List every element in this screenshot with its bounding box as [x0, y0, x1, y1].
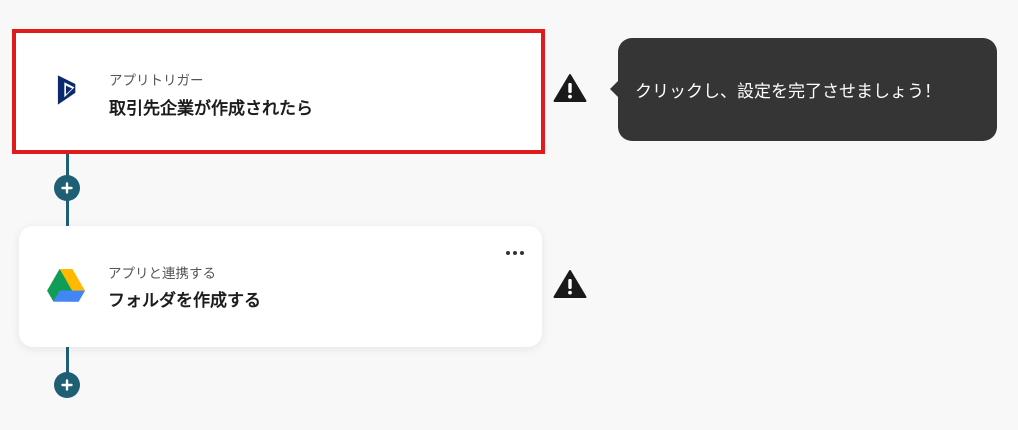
warning-icon: [553, 270, 587, 298]
add-step-button[interactable]: [54, 175, 80, 201]
step-title: フォルダを作成する: [108, 291, 261, 311]
step-subtitle: アプリトリガー: [109, 73, 204, 89]
more-options-icon[interactable]: [503, 246, 527, 260]
action-step-card[interactable]: アプリと連携する フォルダを作成する: [19, 226, 542, 347]
step-subtitle: アプリと連携する: [108, 266, 216, 282]
step-title: 取引先企業が作成されたら: [109, 99, 313, 119]
dynamics-365-icon: [57, 75, 76, 105]
plus-icon: [61, 379, 73, 391]
google-drive-icon: [47, 269, 85, 302]
add-step-button[interactable]: [54, 372, 80, 398]
plus-icon: [61, 182, 73, 194]
trigger-step-card[interactable]: アプリトリガー 取引先企業が作成されたら: [12, 29, 545, 154]
setup-tooltip: クリックし、設定を完了させましょう！: [610, 38, 997, 141]
tooltip-text: クリックし、設定を完了させましょう！: [635, 82, 941, 102]
warning-icon: [553, 74, 587, 102]
